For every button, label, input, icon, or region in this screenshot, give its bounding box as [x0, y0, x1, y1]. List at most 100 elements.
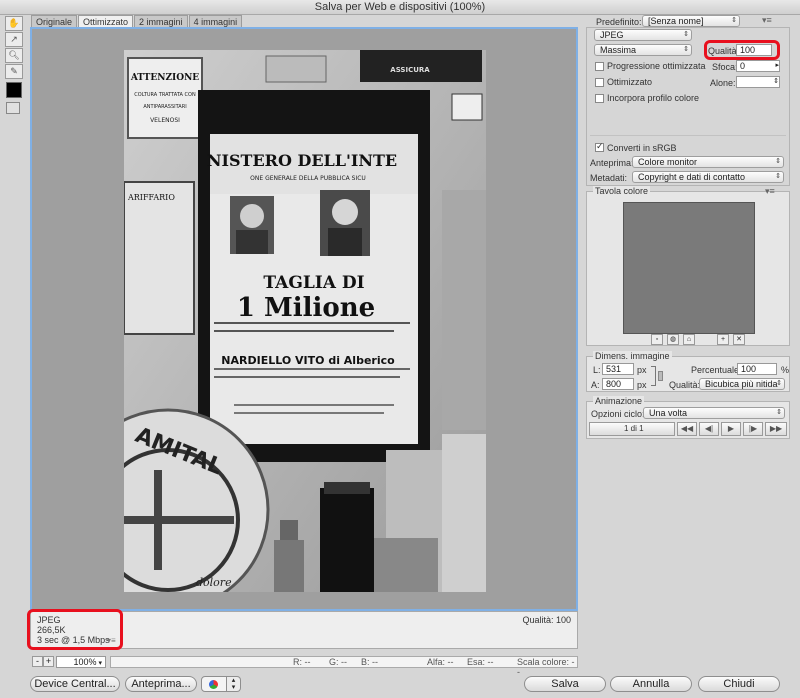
image-size-title: Dimens. immagine — [593, 351, 672, 361]
sign-assicura-text: ASSICURA — [390, 66, 430, 74]
sign-coltura-text: COLTURA TRATTATA CON — [134, 92, 196, 98]
anteprima-select[interactable]: Colore monitor ⇕ — [632, 156, 784, 168]
next-frame-icon[interactable]: |▶ — [743, 422, 763, 436]
percentuale-label: Percentuale: — [691, 365, 742, 375]
converti-srgb-checkbox[interactable] — [595, 141, 604, 152]
sign-anti-text: ANTIPARASSITARI — [143, 104, 186, 110]
width-unit: px — [637, 365, 647, 375]
lock-color-icon[interactable]: ⌂ — [683, 334, 695, 345]
toggle-slices-visibility-icon[interactable] — [6, 102, 20, 114]
alone-color-field[interactable]: ⇕ — [736, 76, 780, 88]
last-frame-icon[interactable]: ▶▶ — [765, 422, 787, 436]
zoom-in-button[interactable]: + — [43, 656, 54, 667]
zoom-tool-icon[interactable]: 🔍︎ — [5, 48, 23, 63]
animation-panel: Animazione Opzioni ciclo: Una volta ⇕ 1 d… — [586, 396, 790, 439]
slice-select-tool-icon[interactable]: ↗ — [5, 32, 23, 47]
format-dropdown-icon: ⇕ — [683, 31, 689, 38]
metadati-select[interactable]: Copyright e dati di contatto ⇕ — [632, 171, 784, 183]
height-unit: px — [637, 380, 647, 390]
alone-label: Alone: — [710, 78, 736, 88]
width-label: L: — [593, 365, 601, 375]
alone-dropdown-icon: ⇕ — [773, 78, 779, 85]
height-field[interactable]: 800 — [602, 378, 634, 390]
anteprima-label: Anteprima: — [590, 158, 634, 168]
poster-nardiello-text: NARDIELLO VITO di Alberico — [221, 354, 395, 367]
info-alfa: Alfa: -- — [427, 657, 454, 667]
predefinito-label: Predefinito: — [596, 17, 642, 27]
panel-menu-icon[interactable]: ▾≡ — [762, 15, 772, 26]
zoom-out-button[interactable]: - — [32, 656, 43, 667]
browser-icon — [209, 680, 218, 689]
poster-direzione-text: ONE GENERALE DELLA PUBBLICA SICU — [250, 175, 366, 182]
metadati-dropdown-icon: ⇕ — [775, 173, 781, 180]
zoom-dropdown-icon: ▾ — [98, 660, 102, 667]
quality-preset-select[interactable]: Massima ⇕ — [594, 44, 692, 56]
view-tabs: Originale Ottimizzato 2 immagini 4 immag… — [31, 15, 243, 28]
loop-options-dropdown-icon: ⇕ — [776, 409, 782, 416]
animation-title: Animazione — [593, 396, 645, 406]
device-central-button[interactable]: Device Central... — [30, 676, 120, 692]
percentuale-unit: % — [781, 365, 790, 375]
eyedropper-color-swatch[interactable] — [6, 82, 22, 98]
color-table-panel: Tavola colore ▾≡ ▫ ◍ ⌂ + ✕ — [586, 186, 790, 346]
quality-preset-dropdown-icon: ⇕ — [683, 46, 689, 53]
info-r: R: -- — [293, 657, 311, 667]
sign-tariffario-text: ARIFFARIO — [127, 193, 175, 202]
incorpora-profilo-label: Incorpora profilo colore — [607, 93, 700, 103]
poster-taglia-text: TAGLIA DI — [263, 273, 364, 293]
browser-select[interactable]: ▴ ▾ — [201, 676, 241, 692]
resample-quality-select[interactable]: Bicubica più nitida ⇕ — [699, 378, 785, 390]
sfoca-field[interactable]: 0 ▸ — [736, 60, 780, 72]
sfoca-label: Sfoca: — [712, 62, 738, 72]
highlight-qualita-annotation — [704, 40, 780, 60]
resample-quality-label: Qualità: — [669, 380, 701, 390]
converti-srgb-label: Converti in sRGB — [607, 143, 677, 153]
zoom-level-value: 100% — [73, 657, 97, 667]
ottimizzato-checkbox[interactable] — [595, 78, 604, 87]
format-select[interactable]: JPEG ⇕ — [594, 29, 692, 41]
info-esa: Esa: -- — [467, 657, 494, 667]
height-label: A: — [591, 380, 600, 390]
sign-attenzione-text: ATTENZIONE — [130, 73, 199, 83]
progressiva-checkbox[interactable] — [595, 62, 604, 71]
width-field[interactable]: 531 — [602, 363, 634, 375]
loop-options-label: Opzioni ciclo: — [591, 409, 645, 419]
window-title: Salva per Web e dispositivi (100%) — [0, 0, 800, 15]
hand-tool-icon[interactable]: ✋ — [5, 16, 23, 31]
new-color-icon[interactable]: + — [717, 334, 729, 345]
resample-quality-dropdown-icon: ⇕ — [776, 380, 782, 387]
salva-button[interactable]: Salva — [524, 676, 606, 692]
color-table-toolbar: ▫ ◍ ⌂ + ✕ — [651, 334, 761, 345]
annulla-button[interactable]: Annulla — [610, 676, 692, 692]
first-frame-icon[interactable]: ◀◀ — [677, 422, 697, 436]
eyedropper-tool-icon[interactable]: ✎ — [5, 64, 23, 79]
percentuale-field[interactable]: 100 — [737, 363, 777, 375]
color-table-swatch-area[interactable] — [623, 202, 755, 334]
play-icon[interactable]: ▶ — [721, 422, 741, 436]
disc-dolore-text: dolore — [196, 576, 232, 589]
status-quality: Qualità: 100 — [522, 615, 571, 625]
progressiva-label: Progressione ottimizzata — [607, 61, 706, 71]
color-table-menu-icon[interactable]: ▾≡ — [765, 186, 775, 197]
constrain-proportions-toggle[interactable] — [658, 371, 663, 381]
sfoca-dropdown-icon: ▸ — [775, 62, 779, 69]
poster-milione-text: 1 Milione — [237, 293, 375, 323]
loop-options-select[interactable]: Una volta ⇕ — [643, 407, 785, 419]
ottimizzato-label: Ottimizzato — [607, 77, 653, 87]
highlight-status-annotation — [27, 609, 123, 650]
previous-frame-icon[interactable]: ◀| — [699, 422, 719, 436]
web-snap-icon[interactable]: ◍ — [667, 334, 679, 345]
info-b: B: -- — [361, 657, 378, 667]
predefinito-select[interactable]: [Senza nome] ⇕ — [642, 15, 740, 27]
zoom-level-field[interactable]: 100% ▾ — [56, 656, 106, 668]
frame-controls: 1 di 1 ◀◀ ◀| ▶ |▶ ▶▶ — [589, 422, 787, 436]
delete-color-icon[interactable]: ✕ — [733, 334, 745, 345]
anteprima-button[interactable]: Anteprima... — [125, 676, 197, 692]
info-scala-colore: Scala colore: -- — [517, 657, 575, 677]
image-size-panel: Dimens. immagine L: 531 px A: 800 px Per… — [586, 351, 790, 392]
chiudi-button[interactable]: Chiudi — [698, 676, 780, 692]
map-color-icon[interactable]: ▫ — [651, 334, 663, 345]
metadati-label: Metadati: — [590, 173, 628, 183]
settings-divider — [590, 135, 786, 136]
incorpora-profilo-checkbox[interactable] — [595, 94, 604, 103]
